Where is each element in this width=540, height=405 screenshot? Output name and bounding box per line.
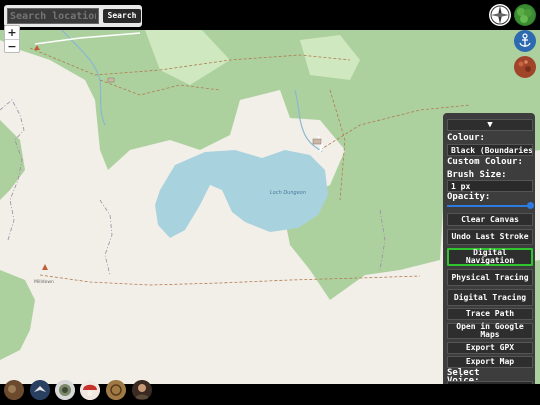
thumbnail-lens[interactable] [55,380,75,400]
loch-label: Loch Dungeon [270,190,306,196]
lens-icon [55,380,75,400]
building [107,77,115,83]
brush-size-label: Brush Size: [447,170,507,180]
anchor-layer-button[interactable] [514,30,536,52]
opacity-slider-thumb[interactable] [527,202,534,209]
rock-icon [4,380,24,400]
thumbnail-rock[interactable] [4,380,24,400]
terrain-icon [515,57,535,77]
brush-size-select[interactable]: 1 px [447,180,533,192]
anchor-icon [515,31,535,51]
opacity-slider-track [447,205,533,207]
export-gpx-button[interactable]: Export GPX [447,342,533,354]
compass-button[interactable] [489,4,511,26]
terrain-layer-button[interactable] [514,56,536,78]
export-map-button[interactable]: Export Map [447,356,533,368]
panel-collapse-button[interactable]: ▼ [447,119,533,131]
zoom-out-button[interactable]: − [5,40,19,53]
zoom-control: + − [4,25,20,53]
drawing-panel: ▼ Colour: Black (Boundaries) Custom Colo… [443,113,535,401]
brush-size-value: 1 px [451,182,471,191]
thumbnail-fossil[interactable] [106,380,126,400]
trace-path-button[interactable]: Trace Path [447,308,533,320]
physical-tracing-button[interactable]: Physical Tracing [447,269,533,286]
tree-icon [515,5,535,25]
zoom-in-button[interactable]: + [5,26,19,40]
compass-icon [490,5,510,25]
colour-label: Colour: [447,133,485,143]
building [312,138,322,145]
digital-navigation-button[interactable]: Digital Navigation [447,248,533,266]
thumbnail-mushroom[interactable] [80,380,100,400]
search-input[interactable] [7,8,99,24]
forest-layer-button[interactable] [514,4,536,26]
map-viewport[interactable]: Loch Dungeon Milldown Search + − [0,0,540,405]
thumbnail-person[interactable] [132,380,152,400]
opacity-slider[interactable] [447,202,534,209]
village-label: Milldown [34,279,54,285]
search-bar: Search [4,5,142,27]
mushroom-icon [80,380,100,400]
opacity-label: Opacity: [447,192,491,202]
fossil-icon [106,380,126,400]
search-button[interactable]: Search [103,9,141,23]
colour-select-value: Black (Boundaries) [451,146,533,155]
person-icon [132,380,152,400]
custom-colour-label: Custom Colour: [447,157,523,167]
clear-canvas-button[interactable]: Clear Canvas [447,213,533,226]
thumbnail-bird[interactable] [30,380,50,400]
digital-tracing-button[interactable]: Digital Tracing [447,289,533,306]
colour-select[interactable]: Black (Boundaries) [447,144,533,156]
bird-icon [30,380,50,400]
open-in-google-maps-button[interactable]: Open in Google Maps [447,323,533,339]
undo-last-stroke-button[interactable]: Undo Last Stroke [447,229,533,245]
